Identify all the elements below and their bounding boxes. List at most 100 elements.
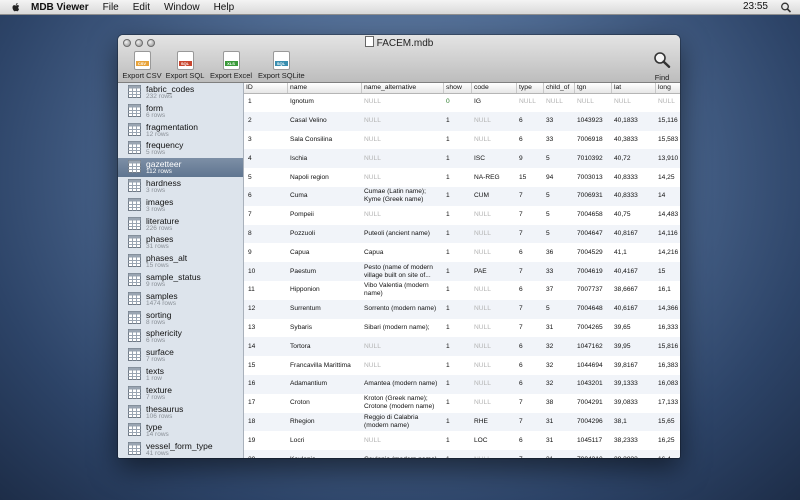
sidebar-item-row-count: 1 row — [146, 374, 162, 382]
sidebar-item-row-count: 7 rows — [146, 393, 166, 401]
sidebar-item-samples[interactable]: samples 1474 rows — [118, 290, 243, 309]
cell-type: 7 — [519, 192, 523, 200]
table-row[interactable]: 10 Paestum Pesto (name of modern village b… — [244, 262, 680, 281]
menubar-clock[interactable]: 23:55 — [743, 0, 768, 14]
column-header-name[interactable]: name — [288, 83, 362, 93]
cell-long: 15,583 — [658, 135, 679, 143]
sidebar-item-frequency[interactable]: frequency 5 rows — [118, 139, 243, 158]
sidebar-item-row-count: 8 rows — [146, 318, 166, 326]
cell-type: 7 — [519, 399, 523, 407]
column-header-lat[interactable]: lat — [612, 83, 656, 93]
table-row[interactable]: 3 Sala Consilina NULL 1 NULL 6 33 7006918 40,383… — [244, 131, 680, 150]
table-row[interactable]: 13 Sybaris Sibari (modern name); 1 NULL 7 31 70… — [244, 319, 680, 338]
sidebar-item-gazetteer[interactable]: gazetteer 112 rows — [118, 158, 243, 177]
sidebar-item-texts[interactable]: texts 1 row — [118, 365, 243, 384]
export-sql-button[interactable]: SQL Export SQL — [162, 51, 208, 81]
cell-code: NA-REG — [474, 173, 500, 181]
menu-file[interactable]: File — [103, 2, 119, 13]
menu-help[interactable]: Help — [214, 2, 235, 13]
table-row[interactable]: 9 Capua Capua 1 NULL 6 36 7004529 41,1 14,216 — [244, 243, 680, 262]
table-row[interactable]: 4 Ischia NULL 1 ISC 9 5 7010392 40,72 13,910 — [244, 149, 680, 169]
column-header-id[interactable]: ID — [244, 83, 288, 93]
cell-show: 1 — [446, 192, 450, 200]
cell-type: 6 — [519, 135, 523, 143]
sidebar-item-sphericity[interactable]: sphericity 6 rows — [118, 327, 243, 346]
sidebar-item-literature[interactable]: literature 226 rows — [118, 215, 243, 234]
cell-id: 12 — [248, 305, 256, 313]
sidebar-item-surface[interactable]: surface 7 rows — [118, 346, 243, 365]
table-row[interactable]: 7 Pompeii NULL 1 NULL 7 5 7004658 40,75 14,483 — [244, 206, 680, 225]
column-header-long[interactable]: long — [656, 83, 680, 93]
cell-long: 14,116 — [658, 229, 678, 237]
menu-window[interactable]: Window — [164, 2, 200, 13]
column-header-show[interactable]: show — [444, 83, 472, 93]
table-row[interactable]: 11 Hipponion Vibo Valentia (modern name) 1 N… — [244, 281, 680, 300]
cell-tgn: 7004291 — [577, 399, 603, 407]
export-excel-button[interactable]: XLS Export Excel — [208, 51, 254, 81]
sidebar-item-sorting[interactable]: sorting 8 rows — [118, 309, 243, 328]
cell-lat: 38,1 — [614, 417, 627, 425]
cell-long: 14,366 — [658, 305, 679, 313]
table-row[interactable]: 17 Croton Kroton (Greek name); Crotone (mo… — [244, 394, 680, 413]
apple-icon[interactable] — [9, 2, 23, 13]
menu-app-name[interactable]: MDB Viewer — [31, 2, 89, 13]
table-row[interactable]: 1 Ignotum NULL 0 IG NULL NULL NULL NULL NULL — [244, 93, 680, 112]
table-row[interactable]: 8 Pozzuoli Puteoli (ancient name) 1 NULL 7 5 70… — [244, 224, 680, 244]
cell-long: 14,216 — [658, 248, 679, 256]
sidebar-item-texture[interactable]: texture 7 rows — [118, 384, 243, 403]
table-row[interactable]: 19 Locri NULL 1 LOC 6 31 1045117 38,2333 16,25 — [244, 431, 680, 450]
cell-code: NULL — [474, 342, 491, 350]
export-sqlite-button[interactable]: SQL Export SQLite — [258, 51, 305, 81]
sidebar-item-hardness[interactable]: hardness 3 rows — [118, 177, 243, 196]
cell-code: RHE — [474, 417, 488, 425]
cell-child-of: 5 — [546, 305, 550, 313]
table-row[interactable]: 15 Francavilla Marittima NULL 1 NULL 6 32 10446… — [244, 356, 680, 375]
sidebar-item-fragmentation[interactable]: fragmentation 12 rows — [118, 121, 243, 140]
cell-name: Pozzuoli — [290, 229, 315, 237]
cell-name-alternative: NULL — [364, 135, 381, 143]
column-header-code[interactable]: code — [472, 83, 517, 93]
table-row[interactable]: 2 Casal Velino NULL 1 NULL 6 33 1043923 40,1833 1… — [244, 111, 680, 131]
cell-lat: 40,75 — [614, 211, 631, 219]
table-row[interactable]: 14 Tortora NULL 1 NULL 6 32 1047162 39,95 15,816 — [244, 337, 680, 357]
table-row[interactable]: 12 Surrentum Sorrento (modern name) 1 NULL 7 5… — [244, 299, 680, 319]
cell-lat: 41,1 — [614, 248, 627, 256]
cell-type: 6 — [519, 286, 523, 294]
cell-tgn: 1043923 — [577, 117, 603, 125]
table-row[interactable]: 5 Napoli region NULL 1 NA-REG 15 94 7003013 40,8… — [244, 168, 680, 187]
spotlight-icon[interactable] — [780, 2, 792, 13]
table-icon — [128, 348, 141, 362]
sidebar-item-vessel-form-type[interactable]: vessel_form_type 41 rows — [118, 440, 243, 458]
cell-long: 15,65 — [658, 417, 675, 425]
sidebar-item-form[interactable]: form 6 rows — [118, 102, 243, 121]
sidebar-item-images[interactable]: images 3 rows — [118, 196, 243, 215]
cell-lat: 40,1833 — [614, 117, 638, 125]
cell-name: Pompeii — [290, 211, 314, 219]
column-header-child-of[interactable]: child_of — [544, 83, 575, 93]
column-header-name-alternative[interactable]: name_alternative — [362, 83, 444, 93]
cell-lat: 40,6167 — [614, 305, 638, 313]
column-header-type[interactable]: type — [517, 83, 544, 93]
table-row[interactable]: 6 Cuma Cumae (Latin name); Kyme (Greek nam… — [244, 186, 680, 206]
sidebar-item-row-count: 112 rows — [146, 168, 172, 176]
sidebar-item-fabric-codes[interactable]: fabric_codes 232 rows — [118, 83, 243, 102]
cell-type: 7 — [519, 267, 523, 275]
table-row[interactable]: 16 Adamantium Amantea (modern name) 1 NULL 6 3… — [244, 374, 680, 394]
cell-long: 13,910 — [658, 154, 679, 162]
cell-show: 1 — [446, 117, 450, 125]
cell-name-alternative: NULL — [364, 211, 381, 219]
sidebar-item-phases-alt[interactable]: phases_alt 15 rows — [118, 252, 243, 271]
menu-edit[interactable]: Edit — [133, 2, 150, 13]
sidebar-item-sample-status[interactable]: sample_status 9 rows — [118, 271, 243, 290]
cell-long: NULL — [658, 98, 675, 106]
cell-show: 1 — [446, 361, 450, 369]
cell-lat: NULL — [614, 98, 631, 106]
column-header-tgn[interactable]: tgn — [575, 83, 612, 93]
sidebar-item-phases[interactable]: phases 31 rows — [118, 233, 243, 252]
table-row[interactable]: 18 Rhegion Reggio di Calabria (modern name… — [244, 412, 680, 432]
sidebar-item-type[interactable]: type 14 rows — [118, 421, 243, 440]
find-button[interactable]: Find — [648, 51, 676, 82]
export-csv-button[interactable]: CSV Export CSV — [119, 51, 165, 81]
table-row[interactable]: 20KauloniaCaulonia (modern name)1NULL731… — [244, 450, 680, 458]
sidebar-item-thesaurus[interactable]: thesaurus 106 rows — [118, 403, 243, 422]
